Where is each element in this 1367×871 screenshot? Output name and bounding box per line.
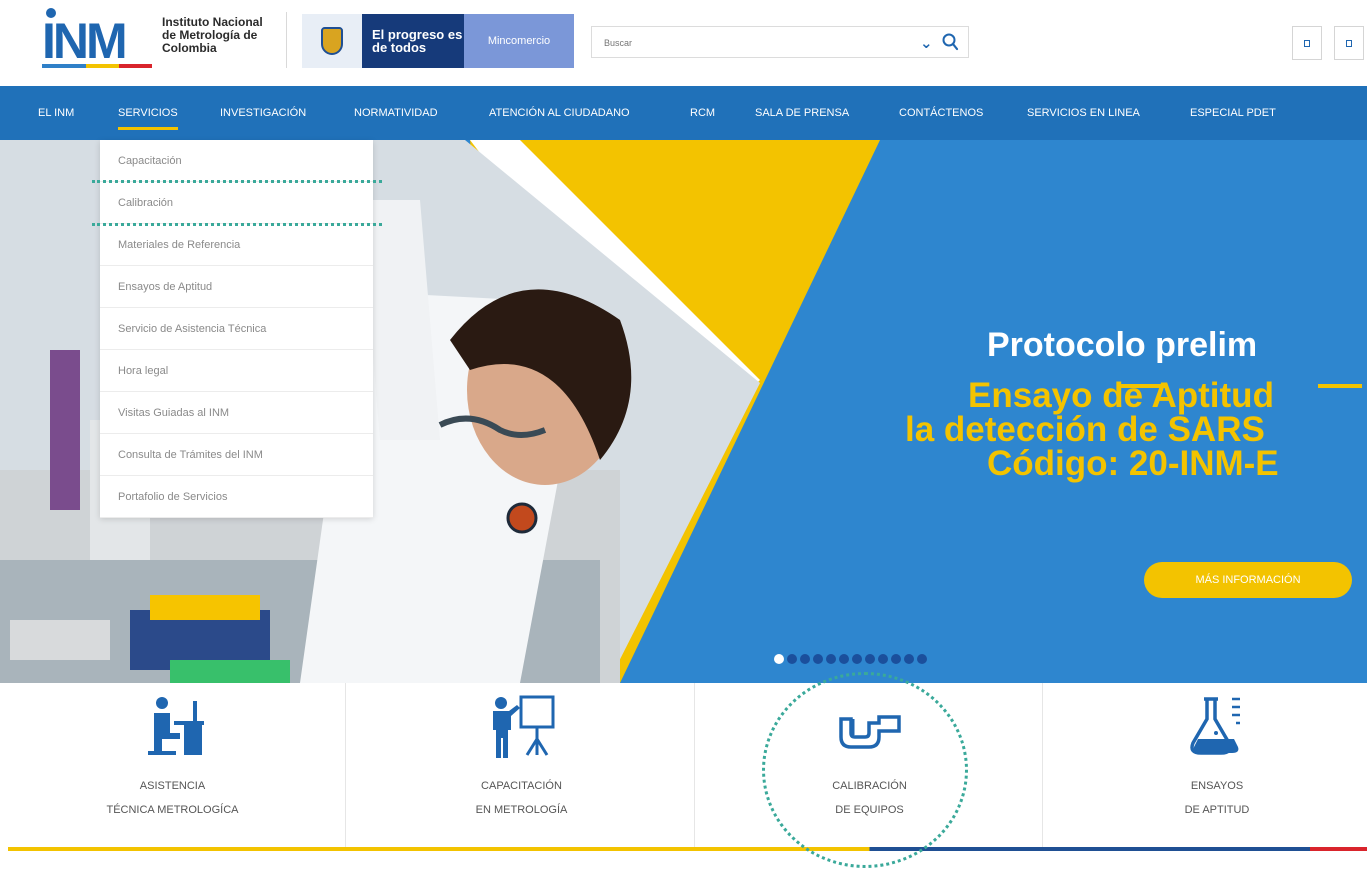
square-icon	[1304, 40, 1310, 47]
slider-dot[interactable]	[774, 654, 784, 664]
nav-item-sala-de-prensa[interactable]: SALA DE PRENSA	[755, 86, 849, 140]
logo-wordmark: INM	[42, 13, 128, 69]
nav-item-atencion-ciudadano[interactable]: ATENCIÓN AL CIUDADANO	[489, 86, 630, 140]
nav-item-rcm[interactable]: RCM	[690, 86, 715, 140]
slider-dot[interactable]	[878, 654, 888, 664]
accessibility-button[interactable]	[1292, 26, 1322, 60]
dropdown-item-capacitacion[interactable]: Capacitación	[100, 140, 373, 182]
dropdown-item-visitas-guiadas[interactable]: Visitas Guiadas al INM	[100, 392, 373, 434]
slider-dot[interactable]	[852, 654, 862, 664]
service-card-capacitacion[interactable]: CAPACITACIÓN EN METROLOGÍA	[349, 683, 695, 847]
service-label: EN METROLOGÍA	[475, 804, 568, 816]
square-icon	[1346, 40, 1352, 47]
slider-dot[interactable]	[787, 654, 797, 664]
desk-worker-icon	[147, 697, 204, 755]
service-label: TÉCNICA METROLOGÍCA	[106, 804, 239, 816]
mincomercio-label: Mincomercio	[464, 14, 574, 68]
nav-item-normatividad[interactable]: NORMATIVIDAD	[354, 86, 438, 140]
accessibility-button[interactable]	[1334, 26, 1364, 60]
slider-dots	[774, 654, 927, 666]
hero-title: Protocolo prelim	[987, 326, 1258, 364]
progreso-label: El progreso es de todos	[362, 14, 464, 68]
service-label: CALIBRACIÓN	[832, 780, 907, 792]
dropdown-item-hora-legal[interactable]: Hora legal	[100, 350, 373, 392]
dropdown-item-asistencia-tecnica[interactable]: Servicio de Asistencia Técnica	[100, 308, 373, 350]
hero-dash	[1318, 384, 1362, 388]
site-header: INM Instituto Nacional de Metrología de …	[0, 0, 1367, 86]
service-label: DE EQUIPOS	[835, 804, 904, 816]
nav-item-el-inm[interactable]: EL INM	[38, 86, 74, 140]
dropdown-item-ensayos-aptitud[interactable]: Ensayos de Aptitud	[100, 266, 373, 308]
services-strip: ASISTENCIA TÉCNICA METROLOGÍCA CAPACITAC…	[0, 683, 1367, 847]
servicios-dropdown: Capacitación Calibración Materiales de R…	[100, 140, 373, 518]
slider-dot[interactable]	[891, 654, 901, 664]
inm-logo[interactable]: INM Instituto Nacional de Metrología de …	[42, 8, 272, 72]
nav-item-servicios[interactable]: SERVICIOS	[118, 86, 178, 140]
dropdown-item-calibracion[interactable]: Calibración	[100, 182, 373, 224]
presenter-board-icon	[492, 695, 554, 758]
slider-dot[interactable]	[904, 654, 914, 664]
service-label: ASISTENCIA	[139, 780, 206, 792]
more-info-button[interactable]: MÁS INFORMACIÓN	[1144, 562, 1352, 598]
logo-institution-name: Instituto Nacional de Metrología de Colo…	[162, 15, 263, 55]
nav-item-contactenos[interactable]: CONTÁCTENOS	[899, 86, 983, 140]
flask-icon	[1190, 697, 1240, 755]
search-icon[interactable]	[941, 31, 959, 53]
service-label: CAPACITACIÓN	[481, 780, 562, 792]
government-banner[interactable]: El progreso es de todos Mincomercio	[302, 14, 574, 68]
main-nav: EL INM SERVICIOS INVESTIGACIÓN NORMATIVI…	[0, 86, 1367, 140]
dropdown-item-materiales-referencia[interactable]: Materiales de Referencia	[100, 224, 373, 266]
service-card-calibracion[interactable]: CALIBRACIÓN DE EQUIPOS	[697, 683, 1043, 847]
service-card-asistencia[interactable]: ASISTENCIA TÉCNICA METROLOGÍCA	[0, 683, 346, 847]
chevron-down-icon[interactable]: ⌄	[920, 33, 933, 53]
page: INM Instituto Nacional de Metrología de …	[0, 0, 1367, 871]
dropdown-item-consulta-tramites[interactable]: Consulta de Trámites del INM	[100, 434, 373, 476]
service-label: ENSAYOS	[1190, 780, 1244, 792]
search-box[interactable]: ⌄	[591, 26, 969, 58]
dropdown-item-portafolio[interactable]: Portafolio de Servicios	[100, 476, 373, 518]
slider-dot[interactable]	[826, 654, 836, 664]
logo-color-bar	[42, 64, 152, 68]
slider-dot[interactable]	[865, 654, 875, 664]
caliper-icon	[838, 715, 901, 749]
slider-dot[interactable]	[839, 654, 849, 664]
service-card-ensayos[interactable]: ENSAYOS DE APTITUD	[1044, 683, 1367, 847]
colombia-shield-icon	[302, 14, 362, 68]
service-label: DE APTITUD	[1184, 804, 1250, 816]
slider-dot[interactable]	[917, 654, 927, 664]
color-stripe	[8, 847, 1367, 851]
slider-dot[interactable]	[813, 654, 823, 664]
nav-item-investigacion[interactable]: INVESTIGACIÓN	[220, 86, 306, 140]
hero-subtitle: Código: 20-INM-E	[987, 444, 1279, 483]
search-input[interactable]	[604, 33, 904, 53]
nav-item-especial-pdet[interactable]: ESPECIAL PDET	[1190, 86, 1276, 140]
slider-dot[interactable]	[800, 654, 810, 664]
header-divider	[286, 12, 287, 68]
nav-item-servicios-en-linea[interactable]: SERVICIOS EN LINEA	[1027, 86, 1140, 140]
